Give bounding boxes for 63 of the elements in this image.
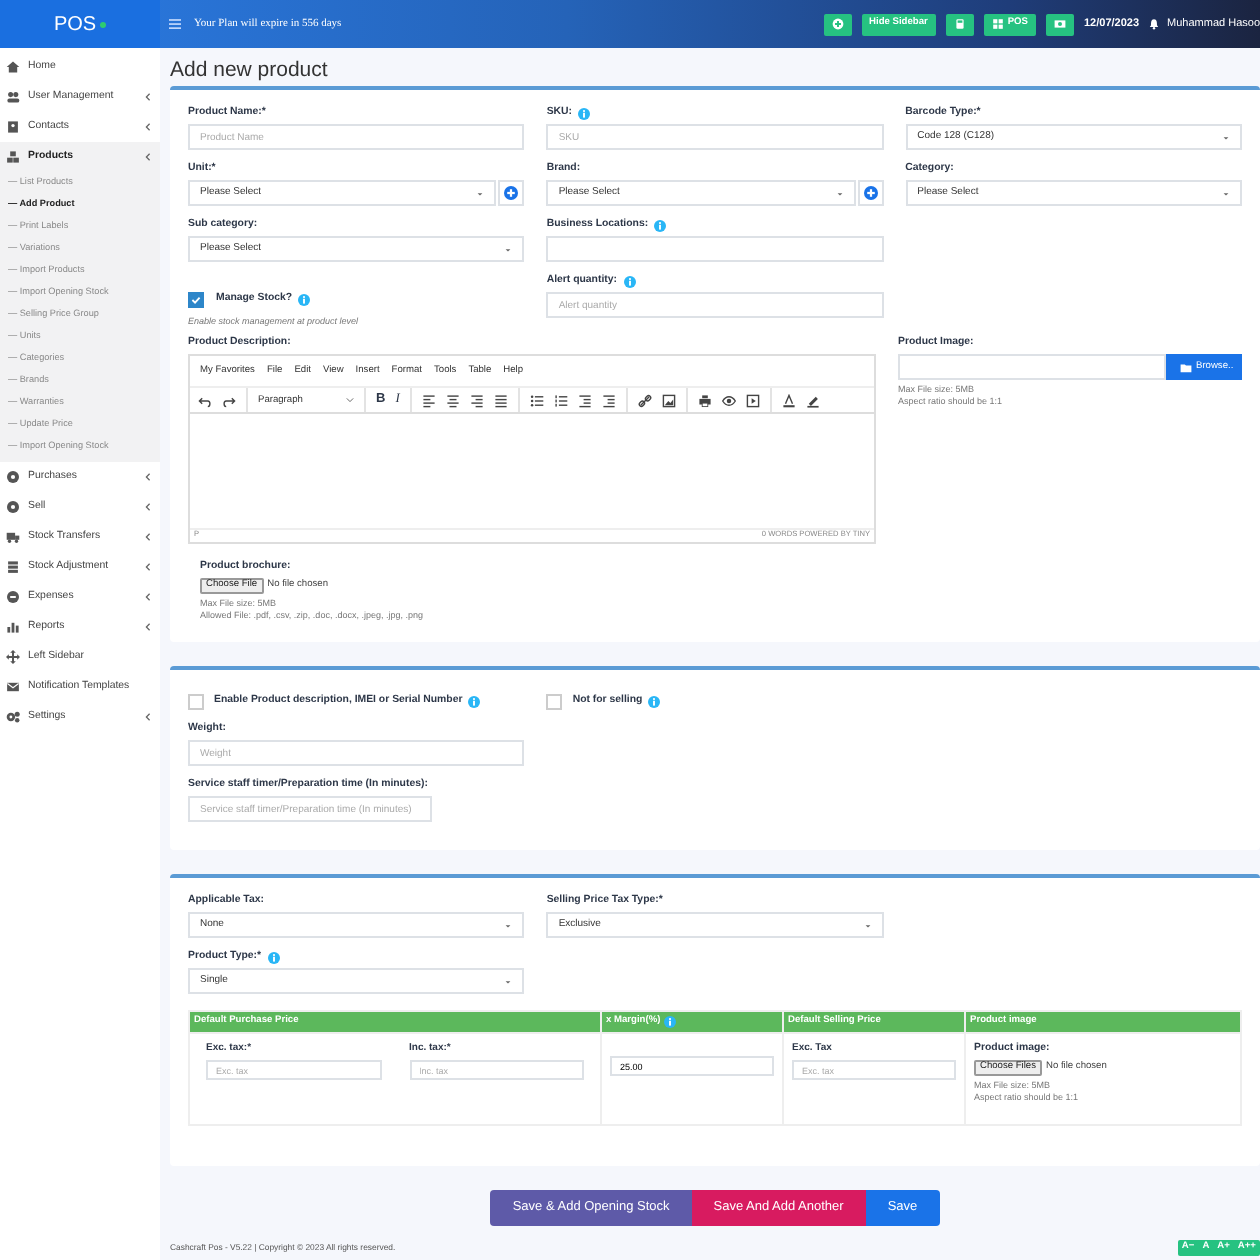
- banknote-button[interactable]: [1046, 13, 1074, 35]
- add-button[interactable]: [857, 180, 884, 206]
- link-icon[interactable]: [637, 393, 652, 408]
- input-field[interactable]: [546, 236, 884, 262]
- chevron-icon: [144, 152, 152, 162]
- undo-icon[interactable]: [198, 393, 212, 408]
- redo-icon[interactable]: [222, 393, 236, 408]
- checkbox[interactable]: [546, 694, 563, 710]
- circle-icon: [6, 590, 20, 604]
- calculator-button[interactable]: [945, 13, 974, 35]
- checkbox[interactable]: [188, 292, 204, 308]
- banknote-icon: [1054, 18, 1066, 30]
- printer-icon[interactable]: [697, 393, 712, 408]
- plus-circle-icon: [504, 186, 519, 200]
- chevron-icon: [144, 502, 152, 512]
- image-icon[interactable]: [661, 393, 676, 408]
- align-right-icon[interactable]: [469, 393, 484, 408]
- plus-circle-icon: [831, 18, 844, 30]
- envelope-icon: [6, 680, 20, 694]
- house-icon: [6, 60, 20, 74]
- add-button[interactable]: [498, 180, 525, 206]
- bar-chart-icon: [6, 620, 20, 634]
- align-left-icon[interactable]: [421, 393, 436, 408]
- page-title: Add new product: [170, 60, 330, 80]
- outdent-icon[interactable]: [577, 393, 592, 408]
- eye-icon[interactable]: [721, 393, 736, 408]
- grid-icon: [991, 18, 1004, 30]
- contact-card-icon: [6, 120, 20, 134]
- gears-icon: [6, 710, 20, 724]
- circle-icon: [6, 500, 20, 514]
- status-dot-icon: [100, 21, 107, 27]
- plus-circle-button[interactable]: [823, 13, 852, 35]
- cubes-icon: [6, 150, 20, 164]
- chevron-icon: [144, 622, 152, 632]
- users-icon: [6, 90, 20, 104]
- check-icon: [190, 294, 202, 306]
- calculator-icon: [953, 18, 966, 30]
- database-icon: [6, 560, 20, 574]
- numbered-list-icon[interactable]: [553, 393, 568, 408]
- bell-icon[interactable]: [1147, 18, 1160, 30]
- chevron-icon: [144, 472, 152, 482]
- file-path-field[interactable]: [898, 354, 1166, 380]
- chevron-icon: [144, 712, 152, 722]
- move-arrows-icon: [6, 650, 20, 664]
- chevron-icon: [144, 92, 152, 102]
- bullet-list-icon[interactable]: [529, 393, 544, 408]
- text-color-icon[interactable]: [781, 393, 796, 408]
- folder-icon: [1180, 361, 1192, 373]
- logo-text: POS: [53, 11, 97, 39]
- chevron-icon: [144, 122, 152, 132]
- plus-circle-icon: [863, 186, 878, 200]
- indent-icon[interactable]: [601, 393, 616, 408]
- align-center-icon[interactable]: [445, 393, 460, 408]
- chevron-icon: [144, 592, 152, 602]
- justify-icon[interactable]: [493, 393, 508, 408]
- truck-icon: [6, 530, 20, 544]
- media-icon[interactable]: [745, 393, 760, 408]
- checkbox[interactable]: [188, 694, 204, 710]
- menu-icon[interactable]: [168, 18, 182, 30]
- highlighter-icon[interactable]: [805, 393, 820, 408]
- chevron-icon: [144, 532, 152, 542]
- chevron-icon: [144, 562, 152, 572]
- circle-icon: [6, 470, 20, 484]
